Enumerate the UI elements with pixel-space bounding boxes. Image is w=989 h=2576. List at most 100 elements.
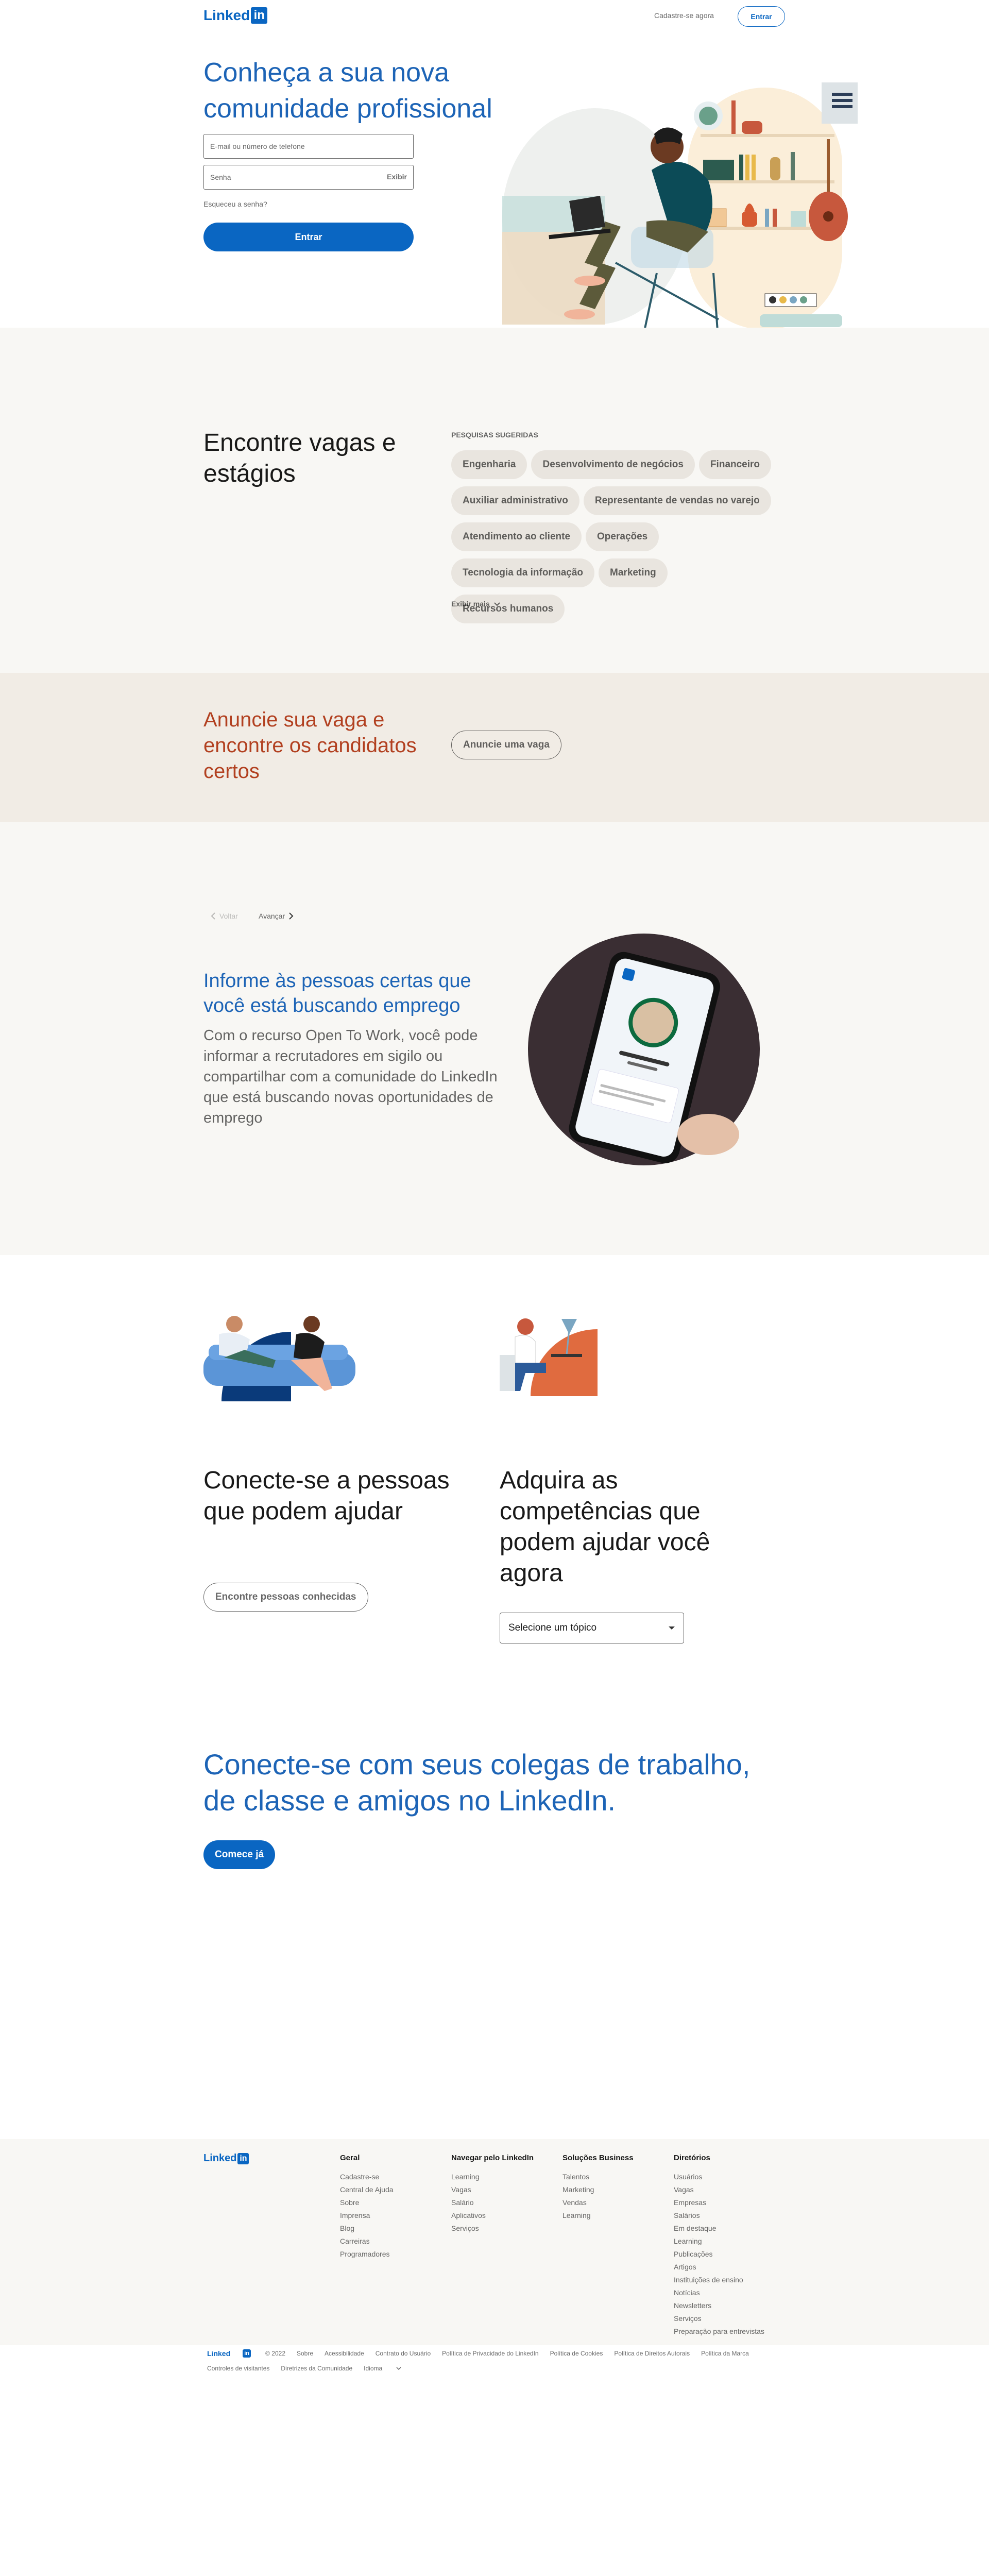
footer-bottom-bar: Linked in © 2022 Sobre Acessibilidade Con… <box>207 2349 789 2372</box>
topic-select-value: Selecione um tópico <box>508 1622 597 1633</box>
footer-link[interactable]: Salários <box>674 2209 777 2222</box>
footer-bottom-logo-badge: in <box>243 2349 251 2358</box>
hero-illustration <box>502 82 858 346</box>
footer-link[interactable]: Em destaque <box>674 2222 777 2235</box>
footer-link[interactable]: Learning <box>451 2171 554 2183</box>
footer-link[interactable]: Serviços <box>451 2222 554 2235</box>
carousel-prev-button[interactable]: Voltar <box>210 912 238 920</box>
footer-link[interactable]: Programadores <box>340 2248 443 2261</box>
footer-bottom-link[interactable]: Política de Cookies <box>550 2350 603 2357</box>
hand-illustration <box>677 1114 739 1155</box>
footer-link[interactable]: Instituições de ensino <box>674 2274 777 2286</box>
person-two-head <box>303 1316 320 1332</box>
footer-link[interactable]: Notícias <box>674 2286 777 2299</box>
footer-link[interactable]: Salário <box>451 2196 554 2209</box>
linkedin-logo[interactable]: Linked in <box>203 7 268 24</box>
footer-link[interactable]: Preparação para entrevistas <box>674 2325 777 2338</box>
email-field[interactable]: E-mail ou número de telefone <box>203 134 414 159</box>
footer-bottom-link[interactable]: Política de Privacidade do LinkedIn <box>442 2350 538 2357</box>
footer-column-title: Geral <box>340 2154 360 2162</box>
job-chip[interactable]: Atendimento ao cliente <box>451 522 582 551</box>
footer-link[interactable]: Cadastre-se <box>340 2171 443 2183</box>
hero-sign-in-button[interactable]: Entrar <box>203 223 414 251</box>
person-body <box>515 1335 536 1366</box>
footer-bottom-link[interactable]: Sobre <box>297 2350 313 2357</box>
footer-link[interactable]: Usuários <box>674 2171 777 2183</box>
job-chip[interactable]: Recursos humanos <box>451 595 565 623</box>
hero-title: Conheça a sua nova comunidade profission… <box>203 58 492 124</box>
copyright-text: © 2022 <box>265 2350 285 2357</box>
footer-bottom-link[interactable]: Contrato do Usuário <box>376 2350 431 2357</box>
sign-in-button[interactable]: Entrar <box>738 6 785 27</box>
language-label: Idioma <box>364 2365 383 2372</box>
footer-bottom-link[interactable]: Controles de visitantes <box>207 2365 269 2372</box>
carousel-description: Com o recurso Open To Work, você pode in… <box>203 1027 498 1126</box>
footer-link[interactable]: Serviços <box>674 2312 777 2325</box>
footer-bottom-link[interactable]: Diretrizes da Comunidade <box>281 2365 352 2372</box>
footer-linkedin-logo[interactable]: Linked in <box>203 2153 249 2164</box>
cta-title: Conecte-se com seus colegas de trabalho,… <box>203 1748 751 1817</box>
footer-link[interactable]: Newsletters <box>674 2299 777 2312</box>
job-chip[interactable]: Financeiro <box>698 450 772 479</box>
chevron-right-icon <box>289 912 294 920</box>
footer-link[interactable]: Artigos <box>674 2261 777 2274</box>
job-chip[interactable]: Desenvolvimento de negócios <box>531 450 695 479</box>
person-head <box>517 1318 534 1335</box>
footer-link[interactable]: Marketing <box>562 2183 666 2196</box>
forgot-password-link[interactable]: Esqueceu a senha? <box>203 200 267 208</box>
footer-link[interactable]: Learning <box>674 2235 777 2248</box>
person-at-desk-illustration <box>500 1318 598 1396</box>
top-nav: Linked in Cadastre-se agora Entrar <box>0 0 989 33</box>
show-more-label: Exibir mais <box>451 600 490 608</box>
carousel-prev-label: Voltar <box>219 912 238 920</box>
carousel-next-label: Avançar <box>259 912 285 920</box>
logo-text: Linked <box>203 7 250 23</box>
footer-link[interactable]: Publicações <box>674 2248 777 2261</box>
carousel-next-button[interactable]: Avançar <box>259 912 294 920</box>
job-chip[interactable]: Marketing <box>599 558 668 587</box>
post-job-button[interactable]: Anuncie uma vaga <box>451 731 561 759</box>
job-chip[interactable]: Operações <box>586 522 659 551</box>
footer-link[interactable]: Vagas <box>674 2183 777 2196</box>
post-job-title: Anuncie sua vaga e encontre os candidato… <box>203 708 417 783</box>
get-started-button[interactable]: Comece já <box>203 1840 276 1869</box>
footer-logo-text: Linked <box>203 2153 237 2164</box>
footer-bottom-link[interactable]: Política de Direitos Autorais <box>614 2350 690 2357</box>
chevron-down-icon <box>396 2367 401 2370</box>
footer-column-general: Geral Cadastre-se Central de Ajuda Sobre… <box>340 2154 443 2261</box>
show-password-button[interactable]: Exibir <box>387 173 407 181</box>
footer-bottom-logo-text: Linked <box>207 2349 231 2358</box>
chevron-left-icon <box>211 912 215 920</box>
job-chip[interactable]: Tecnologia da informação <box>451 558 595 587</box>
password-field[interactable]: Senha Exibir <box>203 165 414 190</box>
job-chips: Engenharia Desenvolvimento de negócios F… <box>451 450 786 631</box>
job-chip[interactable]: Representante de vendas no varejo <box>583 486 771 515</box>
password-placeholder: Senha <box>210 173 231 181</box>
footer-link[interactable]: Imprensa <box>340 2209 443 2222</box>
join-now-link[interactable]: Cadastre-se agora <box>654 11 714 20</box>
footer-column-title: Navegar pelo LinkedIn <box>451 2154 534 2162</box>
footer-bottom-link[interactable]: Acessibilidade <box>325 2350 364 2357</box>
language-selector[interactable]: Idioma <box>364 2365 402 2372</box>
job-chip[interactable]: Engenharia <box>451 450 527 479</box>
footer-column-directories: Diretórios Usuários Vagas Empresas Salár… <box>674 2154 777 2338</box>
footer-link[interactable]: Vagas <box>451 2183 554 2196</box>
notepad-icon <box>822 82 858 124</box>
footer-link[interactable]: Blog <box>340 2222 443 2235</box>
show-more-button[interactable]: Exibir mais <box>451 600 501 608</box>
footer-link[interactable]: Vendas <box>562 2196 666 2209</box>
carousel-title: Informe às pessoas certas que você está … <box>203 970 471 1016</box>
footer-bottom-link[interactable]: Política da Marca <box>701 2350 749 2357</box>
connect-title: Conecte-se a pessoas que podem ajudar <box>203 1467 450 1525</box>
footer-link[interactable]: Carreiras <box>340 2235 443 2248</box>
footer-link[interactable]: Central de Ajuda <box>340 2183 443 2196</box>
find-people-button[interactable]: Encontre pessoas conhecidas <box>203 1583 368 1612</box>
footer-link[interactable]: Learning <box>562 2209 666 2222</box>
footer-link[interactable]: Talentos <box>562 2171 666 2183</box>
topic-select[interactable]: Selecione um tópico <box>500 1613 684 1643</box>
footer-link[interactable]: Sobre <box>340 2196 443 2209</box>
job-chip[interactable]: Auxiliar administrativo <box>451 486 579 515</box>
footer-link[interactable]: Empresas <box>674 2196 777 2209</box>
people-on-couch-illustration <box>203 1316 355 1401</box>
footer-link[interactable]: Aplicativos <box>451 2209 554 2222</box>
